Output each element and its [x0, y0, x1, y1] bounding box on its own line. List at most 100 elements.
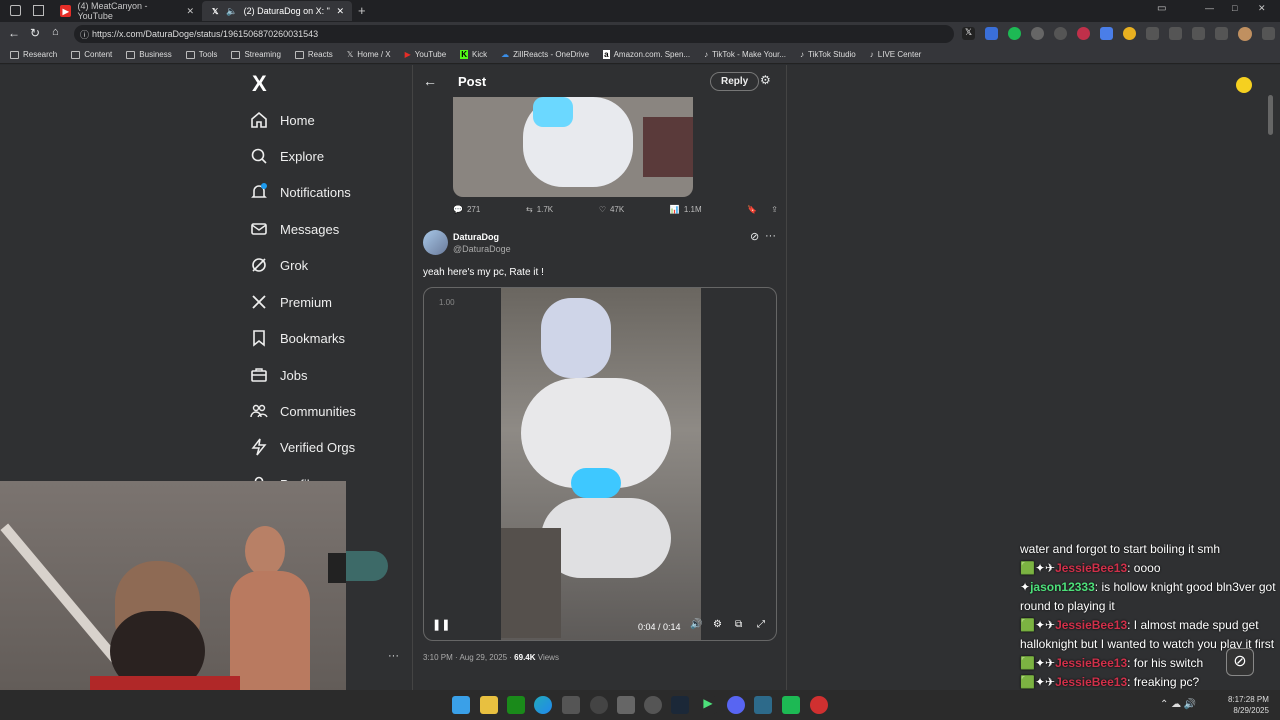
grok-icon[interactable]: ⊘ [750, 230, 759, 243]
x-extension-icon[interactable]: 𝕏 [962, 27, 975, 40]
dummy-body [230, 571, 310, 701]
discord-icon[interactable] [727, 696, 745, 714]
bookmark-item[interactable]: ☁ ZillReacts - OneDrive [501, 50, 589, 59]
nav-grok[interactable]: Grok [250, 253, 308, 277]
refresh-icon[interactable]: ↻ [30, 26, 40, 40]
x-logo[interactable]: X [252, 71, 267, 97]
window-close-button[interactable]: ✕ [1258, 3, 1266, 14]
video-player[interactable]: 1.00 ❚❚ 0:04 / 0:14 🔊 ⚙ ⧉ ⤢ [423, 287, 777, 641]
nav-premium[interactable]: Premium [250, 290, 332, 314]
extension-icon[interactable] [1123, 27, 1136, 40]
scrollbar[interactable] [1268, 95, 1273, 135]
bookmark-button[interactable]: 🔖 ⇪ [747, 205, 778, 214]
close-icon[interactable]: ✕ [186, 6, 194, 17]
minimize-button[interactable]: — [1205, 3, 1214, 13]
gamepad-icon[interactable] [1054, 27, 1067, 40]
author-handle[interactable]: @DaturaDoge [453, 244, 511, 254]
tray-icons[interactable]: ⌃ ☁ 🔊 [1160, 699, 1196, 710]
repost-count[interactable]: ⇆ 1.7K [526, 205, 553, 214]
close-icon[interactable]: ✕ [336, 6, 344, 17]
gear-icon[interactable]: ⚙ [713, 619, 722, 630]
window-icon[interactable]: ▭ [1157, 3, 1166, 14]
app-icon[interactable] [644, 696, 662, 714]
share-icon[interactable]: ⇪ [771, 205, 778, 214]
bookmark-item[interactable]: Reacts [294, 50, 333, 59]
chart-icon: 📊 [669, 205, 680, 214]
puzzle-icon[interactable] [1146, 27, 1159, 40]
new-tab-button[interactable]: + [358, 3, 366, 18]
author-name[interactable]: DaturaDog [453, 232, 499, 242]
fullscreen-icon[interactable]: ⤢ [757, 619, 765, 630]
settings-sliders-icon[interactable]: ⚙ [760, 73, 771, 87]
back-icon[interactable]: ← [8, 26, 20, 40]
nav-jobs[interactable]: Jobs [250, 363, 307, 387]
reply-count[interactable]: 💬 271 [453, 205, 480, 214]
edge-icon[interactable] [534, 696, 552, 714]
bookmark-item[interactable]: ♪ TikTok Studio [800, 50, 856, 59]
playback-speed[interactable]: 1.00 [439, 298, 455, 307]
bookmark-item[interactable]: Research [10, 50, 57, 59]
bookmark-item[interactable]: ▶ YouTube [405, 50, 447, 59]
tab-x-post[interactable]: 𝕏 🔈 (2) DaturaDog on X: "@Dist ✕ [202, 1, 352, 21]
extension-icon[interactable] [1077, 27, 1090, 40]
bookmark-item[interactable]: Content [71, 50, 112, 59]
extension-icon[interactable] [985, 27, 998, 40]
bookmark-item[interactable]: ♪ LIVE Center [870, 50, 922, 59]
chat-icon[interactable] [1031, 27, 1044, 40]
reply-button[interactable]: Reply [710, 72, 760, 91]
bookmark-item[interactable]: 𝕏 Home / X [347, 50, 391, 59]
file-explorer-icon[interactable] [480, 696, 498, 714]
nav-communities[interactable]: Communities [250, 399, 356, 423]
badge-icon: 🟩✦✈ [1020, 656, 1056, 670]
bookmark-item[interactable]: Tools [185, 50, 217, 59]
play-icon[interactable]: ▶ [699, 696, 717, 714]
pip-icon[interactable]: ⧉ [735, 619, 742, 630]
windows-start-icon[interactable] [452, 696, 470, 714]
split-icon[interactable] [1169, 27, 1182, 40]
more-icon[interactable]: ··· [388, 650, 399, 662]
tab-actions-icon[interactable] [33, 5, 44, 16]
sun-icon[interactable] [1236, 77, 1252, 93]
nav-verified-orgs[interactable]: Verified Orgs [250, 435, 355, 459]
home-icon[interactable]: ⌂ [52, 26, 59, 38]
xbox-icon[interactable] [507, 696, 525, 714]
extension-icon[interactable] [1008, 27, 1021, 40]
tab-youtube[interactable]: ▶ (4) MeatCanyon - YouTube ✕ [52, 1, 202, 21]
like-count[interactable]: ♡ 47K [599, 205, 624, 214]
back-arrow-icon[interactable]: ← [423, 73, 437, 89]
creative-cloud-icon[interactable] [810, 696, 828, 714]
bookmark-item[interactable]: a Amazon.com. Spen... [603, 50, 690, 59]
app-icon[interactable] [754, 696, 772, 714]
extension-icon[interactable] [1100, 27, 1113, 40]
workspaces-icon[interactable] [10, 5, 21, 16]
bookmark-item[interactable]: Streaming [231, 50, 281, 59]
maximize-button[interactable]: □ [1232, 3, 1237, 13]
view-count[interactable]: 📊 1.1M [670, 205, 702, 214]
nav-bookmarks[interactable]: Bookmarks [250, 326, 345, 350]
heart-icon: ♡ [598, 205, 606, 214]
calculator-icon[interactable] [562, 696, 580, 714]
steam-icon[interactable] [671, 696, 689, 714]
avatar[interactable] [423, 230, 448, 255]
bookmark-item[interactable]: Business [126, 50, 172, 59]
grok-float-button[interactable]: ⊘ [1226, 648, 1254, 676]
url-input[interactable]: ⓘ https://x.com/DaturaDoge/status/196150… [74, 25, 954, 43]
nav-notifications[interactable]: Notifications [250, 180, 351, 204]
nav-messages[interactable]: Messages [250, 217, 339, 241]
obs-icon[interactable] [590, 696, 608, 714]
favorites-icon[interactable] [1192, 27, 1205, 40]
previous-post-media[interactable] [453, 97, 693, 197]
more-icon[interactable]: ··· [765, 230, 776, 242]
app-icon[interactable] [782, 696, 800, 714]
profile-avatar[interactable] [1238, 27, 1252, 41]
bookmark-item[interactable]: K Kick [460, 50, 487, 59]
nav-home[interactable]: Home [250, 108, 315, 132]
clock[interactable]: 8:17:28 PM 8/29/2025 [1228, 694, 1269, 716]
bookmark-item[interactable]: ♪ TikTok - Make Your... [704, 50, 786, 59]
collections-icon[interactable] [1215, 27, 1228, 40]
menu-icon[interactable] [1262, 27, 1275, 40]
app-icon[interactable] [617, 696, 635, 714]
volume-icon[interactable]: 🔊 [690, 619, 702, 630]
pause-button[interactable]: ❚❚ [432, 618, 450, 631]
nav-explore[interactable]: Explore [250, 144, 324, 168]
